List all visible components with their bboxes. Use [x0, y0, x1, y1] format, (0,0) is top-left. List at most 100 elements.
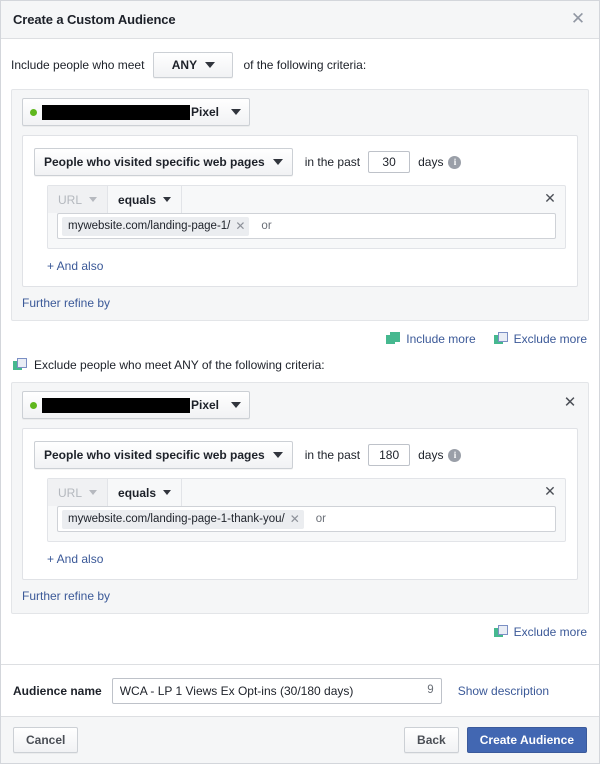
dialog-header: Create a Custom Audience ✕: [1, 1, 599, 39]
exclude-or-label: or: [315, 513, 326, 525]
include-filter-remove-icon[interactable]: ✕: [543, 192, 557, 206]
include-field-selector[interactable]: URL: [48, 186, 109, 213]
exclude-event-label: People who visited specific web pages: [44, 448, 265, 462]
exclude-field-label: URL: [58, 485, 83, 500]
dialog-footer: Cancel Back Create Audience: [1, 716, 599, 763]
audience-name-row: Audience name 9 Show description: [1, 664, 599, 716]
chevron-down-icon: [89, 490, 98, 495]
exclude-pixel-row: Pixel: [12, 383, 588, 419]
pixel-status-dot-icon: [30, 401, 37, 409]
exclude-operator-selector[interactable]: equals: [108, 479, 183, 506]
exclude-days-input[interactable]: [368, 444, 411, 466]
chevron-down-icon: [231, 109, 242, 115]
exclude-filter-head: URL equals ✕: [48, 479, 565, 506]
exclude-more-links-row: Exclude more: [11, 614, 589, 646]
include-more-links-row: Include more Exclude more: [11, 321, 589, 353]
chevron-down-icon: [163, 197, 172, 202]
include-operator-selector[interactable]: equals: [108, 186, 183, 213]
chevron-down-icon: [89, 197, 98, 202]
exclude-url-token-remove-icon[interactable]: ✕: [290, 513, 300, 525]
chevron-down-icon: [272, 159, 283, 165]
close-icon[interactable]: ✕: [569, 10, 587, 29]
exclude-event-selector[interactable]: People who visited specific web pages: [34, 441, 293, 469]
page-title: Create a Custom Audience: [13, 12, 176, 27]
include-filter-block: URL equals ✕ mywebsite.com/landing-page-…: [47, 185, 566, 249]
include-pixel-selector[interactable]: Pixel: [22, 98, 251, 126]
exclude-more-icon: [493, 625, 508, 639]
exclude-days-label: days: [418, 448, 444, 462]
include-event-selector[interactable]: People who visited specific web pages: [34, 148, 293, 176]
include-or-label: or: [261, 220, 272, 232]
exclude-url-token: mywebsite.com/landing-page-1-thank-you/ …: [62, 509, 304, 529]
include-days-label: days: [418, 155, 444, 169]
chevron-down-icon: [163, 490, 172, 495]
cancel-button[interactable]: Cancel: [13, 727, 79, 753]
include-days-input[interactable]: [368, 151, 411, 173]
exclude-url-token-field[interactable]: mywebsite.com/landing-page-1-thank-you/ …: [57, 506, 556, 532]
show-description-link[interactable]: Show description: [458, 684, 549, 698]
audience-name-input-wrap: 9: [111, 678, 442, 704]
chevron-down-icon: [231, 402, 242, 408]
audience-name-input[interactable]: [111, 678, 442, 704]
exclude-in-the-past-label: in the past: [304, 448, 361, 462]
redacted-pixel-name: [42, 104, 190, 120]
back-button[interactable]: Back: [404, 727, 459, 753]
exclude-pixel-selector[interactable]: Pixel: [22, 391, 251, 419]
dialog-body: Include people who meet ANY of the follo…: [1, 39, 599, 664]
exclude-more-label-bottom: Exclude more: [513, 625, 587, 639]
include-more-label: Include more: [406, 332, 476, 346]
include-event-label: People who visited specific web pages: [44, 155, 265, 169]
include-field-label: URL: [58, 192, 83, 207]
include-criteria-line: Include people who meet ANY of the follo…: [11, 39, 589, 89]
chevron-down-icon: [272, 452, 283, 458]
include-prefix-label: Include people who meet: [11, 58, 145, 72]
info-icon[interactable]: i: [448, 448, 462, 462]
include-suffix-label: of the following criteria:: [243, 58, 367, 72]
include-url-token: mywebsite.com/landing-page-1/ ✕: [62, 216, 250, 236]
exclude-more-link[interactable]: Exclude more: [493, 332, 587, 346]
include-match-selector[interactable]: ANY: [153, 52, 234, 78]
exclude-and-also-link[interactable]: + And also: [47, 552, 103, 566]
exclude-filter-remove-icon[interactable]: ✕: [543, 485, 557, 499]
exclude-rule-card: People who visited specific web pages in…: [22, 428, 578, 580]
create-custom-audience-dialog: Create a Custom Audience ✕ Include peopl…: [0, 0, 600, 764]
pixel-status-dot-icon: [30, 108, 37, 116]
include-more-icon: [386, 332, 401, 346]
include-filter-head: URL equals ✕: [48, 186, 565, 213]
audience-name-char-count: 9: [427, 684, 434, 696]
exclude-more-label: Exclude more: [513, 332, 587, 346]
include-rule-card: People who visited specific web pages in…: [22, 135, 578, 287]
exclude-heading-label: Exclude people who meet ANY of the follo…: [34, 358, 325, 372]
include-and-also-link[interactable]: + And also: [47, 259, 103, 273]
exclude-criteria-heading: Exclude people who meet ANY of the follo…: [11, 353, 589, 382]
audience-name-label: Audience name: [13, 684, 102, 698]
exclude-group-panel: Pixel ✕ People who visited specific web …: [11, 382, 589, 614]
info-icon[interactable]: i: [448, 155, 462, 169]
include-url-token-field[interactable]: mywebsite.com/landing-page-1/ ✕ or: [57, 213, 556, 239]
redacted-pixel-name: [42, 397, 190, 413]
include-pixel-row: Pixel: [12, 90, 588, 126]
include-operator-label: equals: [118, 192, 157, 207]
include-match-value: ANY: [171, 58, 198, 72]
include-url-token-remove-icon[interactable]: ✕: [235, 220, 245, 232]
exclude-pixel-label: Pixel: [191, 398, 220, 412]
include-rule-header: People who visited specific web pages in…: [34, 148, 566, 176]
create-audience-button[interactable]: Create Audience: [466, 727, 587, 753]
exclude-filter-block: URL equals ✕ mywebsite.com/landing-page-…: [47, 478, 566, 542]
include-group-panel: Pixel People who visited specific web pa…: [11, 89, 589, 321]
include-url-token-label: mywebsite.com/landing-page-1/: [68, 220, 231, 232]
exclude-field-selector[interactable]: URL: [48, 479, 109, 506]
include-further-refine-link[interactable]: Further refine by: [12, 287, 110, 310]
include-pixel-label: Pixel: [191, 105, 220, 119]
exclude-rule-header: People who visited specific web pages in…: [34, 441, 566, 469]
exclude-more-link-bottom[interactable]: Exclude more: [493, 625, 587, 639]
include-more-link[interactable]: Include more: [386, 332, 476, 346]
exclude-group-remove-icon[interactable]: ✕: [562, 395, 578, 411]
exclude-url-token-label: mywebsite.com/landing-page-1-thank-you/: [68, 513, 285, 525]
chevron-down-icon: [205, 62, 216, 68]
exclude-section-icon: [13, 358, 27, 372]
include-in-the-past-label: in the past: [304, 155, 361, 169]
exclude-operator-label: equals: [118, 485, 157, 500]
exclude-more-icon: [493, 332, 508, 346]
exclude-further-refine-link[interactable]: Further refine by: [12, 580, 110, 603]
